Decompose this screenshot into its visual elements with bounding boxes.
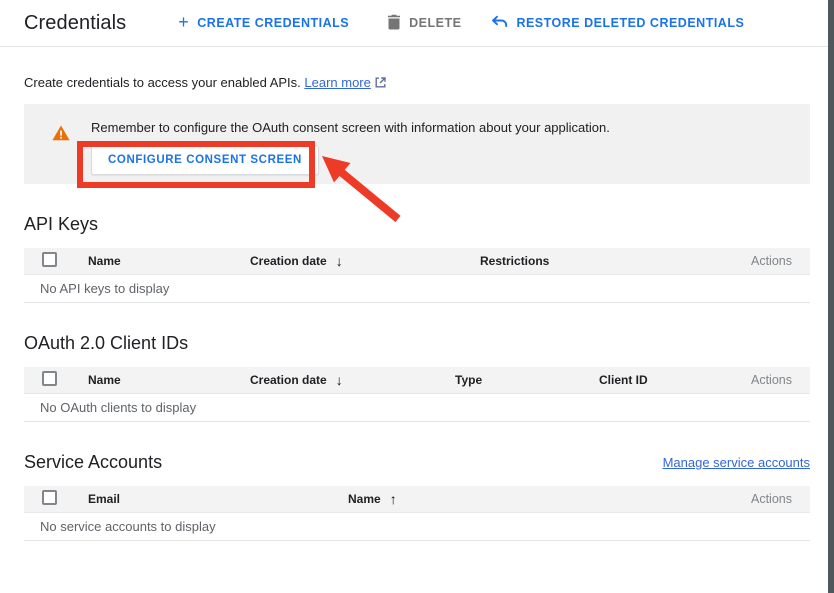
creation-date-label: Creation date bbox=[250, 373, 327, 387]
banner-message: Remember to configure the OAuth consent … bbox=[91, 120, 610, 135]
plus-icon: + bbox=[178, 13, 189, 31]
trash-icon bbox=[387, 14, 401, 33]
delete-button[interactable]: DELETE bbox=[387, 14, 461, 33]
learn-more-link[interactable]: Learn more bbox=[304, 75, 370, 90]
service-accounts-table-header: Email Name ↑ Actions bbox=[24, 486, 810, 513]
checkbox-icon[interactable] bbox=[42, 252, 57, 267]
delete-label: DELETE bbox=[409, 16, 461, 30]
creation-date-label: Creation date bbox=[250, 254, 327, 268]
sort-desc-icon: ↓ bbox=[336, 372, 343, 388]
restore-deleted-credentials-button[interactable]: RESTORE DELETED CREDENTIALS bbox=[491, 15, 744, 32]
oauth-col-type: Type bbox=[455, 373, 599, 387]
warning-icon bbox=[52, 125, 70, 184]
oauth-consent-warning-banner: Remember to configure the OAuth consent … bbox=[24, 104, 810, 184]
name-label: Name bbox=[348, 492, 381, 506]
checkbox-icon[interactable] bbox=[42, 490, 57, 505]
credentials-page: Credentials + CREATE CREDENTIALS DELETE … bbox=[0, 0, 834, 593]
page-title: Credentials bbox=[24, 12, 126, 35]
sort-desc-icon: ↓ bbox=[336, 253, 343, 269]
api-keys-table-header: Name Creation date ↓ Restrictions Action… bbox=[24, 248, 810, 275]
service-accounts-col-name[interactable]: Name ↑ bbox=[348, 491, 722, 507]
undo-icon bbox=[491, 15, 508, 32]
oauth-col-actions: Actions bbox=[722, 373, 810, 387]
oauth-col-name: Name bbox=[88, 373, 250, 387]
manage-service-accounts-link[interactable]: Manage service accounts bbox=[663, 455, 810, 470]
api-keys-col-restrictions: Restrictions bbox=[480, 254, 722, 268]
checkbox-icon[interactable] bbox=[42, 371, 57, 386]
service-accounts-heading-row: Service Accounts Manage service accounts bbox=[24, 452, 810, 473]
intro-sentence: Create credentials to access your enable… bbox=[24, 75, 301, 90]
service-accounts-col-actions: Actions bbox=[722, 492, 810, 506]
api-keys-empty-row: No API keys to display bbox=[24, 275, 810, 303]
banner-body: Remember to configure the OAuth consent … bbox=[91, 104, 610, 184]
sort-asc-icon: ↑ bbox=[390, 491, 397, 507]
external-link-icon bbox=[375, 76, 386, 91]
create-credentials-label: CREATE CREDENTIALS bbox=[197, 16, 349, 30]
intro-text: Create credentials to access your enable… bbox=[24, 75, 810, 90]
api-keys-col-actions: Actions bbox=[722, 254, 810, 268]
oauth-heading: OAuth 2.0 Client IDs bbox=[24, 333, 810, 354]
create-credentials-button[interactable]: + CREATE CREDENTIALS bbox=[178, 14, 349, 32]
api-keys-col-creation-date[interactable]: Creation date ↓ bbox=[250, 253, 480, 269]
service-accounts-empty-row: No service accounts to display bbox=[24, 513, 810, 541]
oauth-col-client-id: Client ID bbox=[599, 373, 722, 387]
restore-label: RESTORE DELETED CREDENTIALS bbox=[516, 16, 744, 30]
oauth-empty-row: No OAuth clients to display bbox=[24, 394, 810, 422]
api-keys-heading: API Keys bbox=[24, 214, 810, 235]
oauth-select-all bbox=[24, 371, 88, 389]
oauth-col-creation-date[interactable]: Creation date ↓ bbox=[250, 372, 455, 388]
api-keys-select-all bbox=[24, 252, 88, 270]
configure-consent-screen-button[interactable]: CONFIGURE CONSENT SCREEN bbox=[91, 145, 319, 175]
service-accounts-col-email: Email bbox=[88, 492, 348, 506]
toolbar: Credentials + CREATE CREDENTIALS DELETE … bbox=[0, 0, 834, 47]
api-keys-col-name: Name bbox=[88, 254, 250, 268]
service-accounts-heading: Service Accounts bbox=[24, 452, 162, 473]
main-content: Create credentials to access your enable… bbox=[0, 75, 834, 541]
vertical-scrollbar[interactable] bbox=[828, 0, 834, 593]
oauth-table-header: Name Creation date ↓ Type Client ID Acti… bbox=[24, 367, 810, 394]
service-accounts-select-all bbox=[24, 490, 88, 508]
